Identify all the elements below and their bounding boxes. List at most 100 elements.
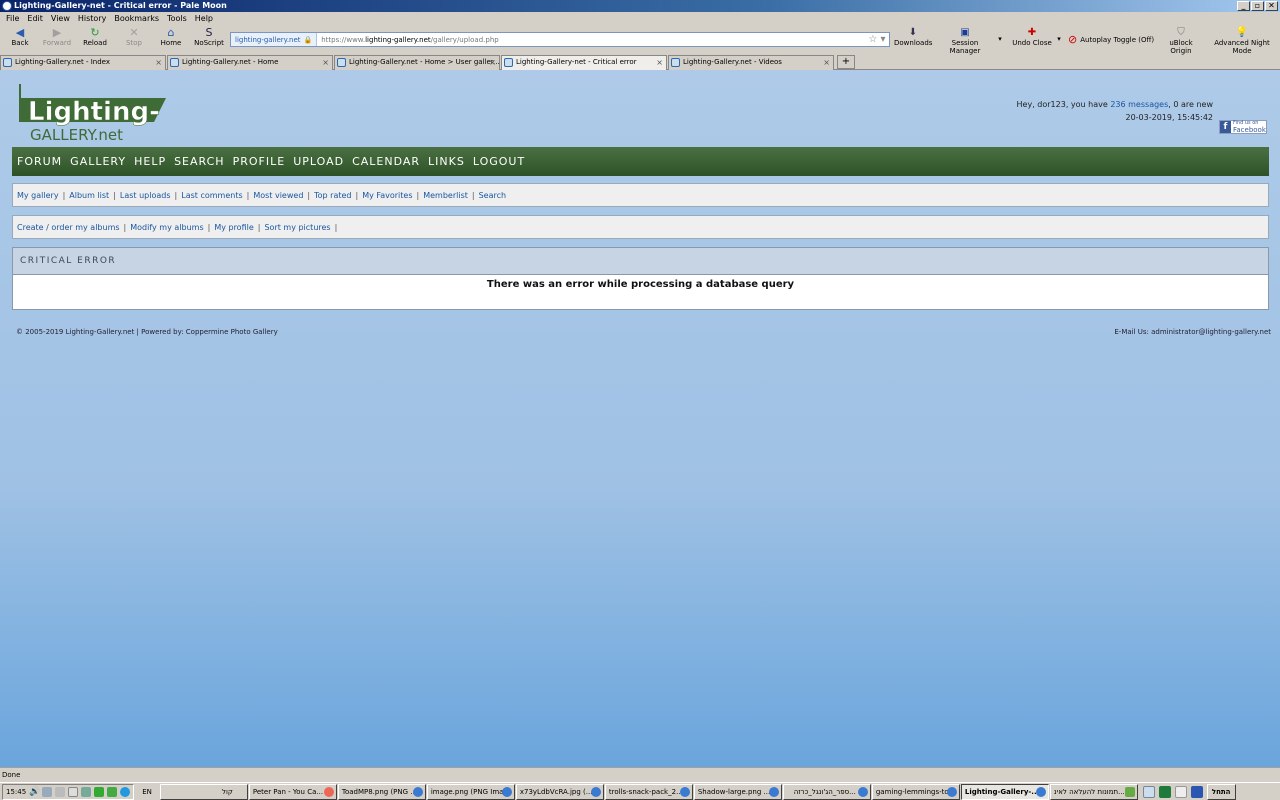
menu-view[interactable]: View xyxy=(47,13,74,25)
taskbar-button[interactable]: image.png (PNG Ima... xyxy=(426,783,515,800)
taskbar-button[interactable]: תמונות להעלאה לאינ... xyxy=(1049,783,1138,800)
stop-button[interactable]: ✕ Stop xyxy=(124,27,144,48)
menu-edit[interactable]: Edit xyxy=(23,13,47,25)
separator: | xyxy=(471,190,475,200)
link-sort-pictures[interactable]: Sort my pictures xyxy=(264,223,330,232)
notepad-icon[interactable] xyxy=(1174,785,1187,798)
tab-videos[interactable]: Lighting-Gallery.net - Videos × xyxy=(668,55,834,70)
document-icon[interactable] xyxy=(1142,785,1155,798)
tab-index[interactable]: Lighting-Gallery.net - Index × xyxy=(0,55,166,70)
url-text[interactable]: https://www.lighting-gallery.net/gallery… xyxy=(317,36,865,44)
tab-close-icon[interactable]: × xyxy=(656,56,663,69)
tab-close-icon[interactable]: × xyxy=(489,56,496,69)
new-tab-button[interactable]: + xyxy=(837,55,855,69)
start-button[interactable]: התחל xyxy=(1206,783,1236,800)
tab-close-icon[interactable]: × xyxy=(823,56,830,69)
browser-icon xyxy=(946,786,957,797)
tab-critical-error[interactable]: Lighting-Gallery-net - Critical error × xyxy=(501,55,667,70)
nav-search[interactable]: SEARCH xyxy=(174,155,225,168)
taskbar-button[interactable]: Shadow-large.png ... xyxy=(693,783,782,800)
menu-help[interactable]: Help xyxy=(191,13,217,25)
tray-app-icon[interactable] xyxy=(107,786,118,797)
nav-gallery[interactable]: GALLERY xyxy=(70,155,126,168)
language-indicator[interactable]: EN xyxy=(134,788,160,796)
nav-calendar[interactable]: CALENDAR xyxy=(352,155,420,168)
taskbar-button[interactable]: x73yLdbVcRA.jpg (... xyxy=(515,783,604,800)
taskbar-button-label: ספר_הג'ונגל_כרזה... xyxy=(793,787,856,796)
link-last-comments[interactable]: Last comments xyxy=(181,191,242,200)
ublock-origin-button[interactable]: ⛉ uBlock Origin xyxy=(1158,27,1204,55)
autoplay-toggle-button[interactable]: ⊘ Autoplay Toggle (Off) xyxy=(1068,33,1156,46)
taskbar-button[interactable]: ToadMP8.png (PNG ... xyxy=(337,783,426,800)
maximize-button[interactable]: ▫ xyxy=(1251,1,1264,11)
nav-forum[interactable]: FORUM xyxy=(17,155,62,168)
link-last-uploads[interactable]: Last uploads xyxy=(120,191,171,200)
tray-app-icon[interactable] xyxy=(94,786,105,797)
nav-help[interactable]: HELP xyxy=(134,155,166,168)
link-search[interactable]: Search xyxy=(479,191,506,200)
undo-close-button[interactable]: ✚ Undo Close xyxy=(1012,27,1052,47)
site-identity-button[interactable]: lighting-gallery.net 🔒 xyxy=(231,33,318,46)
tab-close-icon[interactable]: × xyxy=(155,56,162,69)
session-manager-dropdown[interactable]: ▾ xyxy=(996,35,1004,43)
undo-close-dropdown[interactable]: ▾ xyxy=(1055,35,1063,43)
session-manager-button[interactable]: ▣ Session Manager xyxy=(936,27,994,55)
reload-button[interactable]: ↻ Reload xyxy=(82,27,108,48)
link-create-albums[interactable]: Create / order my albums xyxy=(17,223,120,232)
tab-home[interactable]: Lighting-Gallery.net - Home × xyxy=(167,55,333,70)
menu-file[interactable]: File xyxy=(2,13,23,25)
menu-bookmarks[interactable]: Bookmarks xyxy=(110,13,163,25)
skype-icon[interactable] xyxy=(120,786,131,797)
system-tray: 15:45 🔊 xyxy=(2,783,135,800)
bookmark-star-icon[interactable]: ☆ ▾ xyxy=(865,34,889,45)
nav-logout[interactable]: LOGOUT xyxy=(473,155,525,168)
error-title: CRITICAL ERROR xyxy=(13,248,1268,275)
tab-close-icon[interactable]: × xyxy=(322,56,329,69)
back-button[interactable]: ◀ Back xyxy=(8,27,32,48)
link-memberlist[interactable]: Memberlist xyxy=(423,191,468,200)
clock[interactable]: 15:45 xyxy=(6,788,26,796)
volume-icon[interactable]: 🔊 xyxy=(29,787,40,797)
link-most-viewed[interactable]: Most viewed xyxy=(253,191,303,200)
link-my-gallery[interactable]: My gallery xyxy=(17,191,59,200)
footer-email[interactable]: E-Mail Us: administrator@lighting-galler… xyxy=(1114,328,1271,336)
menu-tools[interactable]: Tools xyxy=(163,13,191,25)
menu-history[interactable]: History xyxy=(74,13,110,25)
tray-app-icon[interactable] xyxy=(42,786,53,797)
ublock-label: uBlock Origin xyxy=(1169,39,1193,55)
taskbar-button[interactable]: trolls-snack-pack_2... xyxy=(604,783,693,800)
taskbar-button[interactable]: קול xyxy=(159,783,248,800)
link-top-rated[interactable]: Top rated xyxy=(314,191,351,200)
taskbar-button-active[interactable]: Lighting-Gallery-... xyxy=(960,783,1049,800)
link-modify-albums[interactable]: Modify my albums xyxy=(130,223,203,232)
link-my-profile[interactable]: My profile xyxy=(214,223,253,232)
tab-bar: Lighting-Gallery.net - Index × Lighting-… xyxy=(0,54,1280,70)
minimize-button[interactable]: _ xyxy=(1237,1,1250,11)
taskbar-button[interactable]: ספר_הג'ונגל_כרזה... xyxy=(782,783,871,800)
noscript-button[interactable]: S NoScript xyxy=(194,27,224,48)
site-favicon-icon xyxy=(337,58,346,67)
autoplay-label: Autoplay Toggle (Off) xyxy=(1080,35,1155,44)
nav-links[interactable]: LINKS xyxy=(428,155,465,168)
downloads-button[interactable]: ⬇ Downloads xyxy=(894,27,932,47)
site-logo[interactable]: Lighting- GALLERY.net xyxy=(16,78,166,142)
taskbar-button[interactable]: Peter Pan - You Ca... xyxy=(248,783,337,800)
tab-user-galleries[interactable]: Lighting-Gallery.net - Home > User galle… xyxy=(334,55,500,70)
nav-upload[interactable]: UPLOAD xyxy=(293,155,344,168)
home-button[interactable]: ⌂ Home xyxy=(160,27,182,48)
forward-button[interactable]: ▶ Forward xyxy=(42,27,72,48)
network-icon[interactable] xyxy=(55,786,66,797)
excel-icon[interactable] xyxy=(1158,785,1171,798)
flag-icon[interactable] xyxy=(68,786,79,797)
word-icon[interactable] xyxy=(1190,785,1203,798)
nav-profile[interactable]: PROFILE xyxy=(233,155,286,168)
advanced-night-mode-button[interactable]: 💡 Advanced Night Mode xyxy=(1206,27,1278,55)
facebook-button[interactable]: f Find us on Facebook xyxy=(1219,120,1267,134)
link-my-favorites[interactable]: My Favorites xyxy=(362,191,412,200)
taskbar-button[interactable]: gaming-lemmings-to... xyxy=(871,783,960,800)
close-button[interactable]: ✕ xyxy=(1265,1,1278,11)
tray-app-icon[interactable] xyxy=(81,786,92,797)
address-bar[interactable]: lighting-gallery.net 🔒 https://www.light… xyxy=(230,32,890,47)
messages-link[interactable]: 236 messages xyxy=(1110,100,1168,109)
link-album-list[interactable]: Album list xyxy=(69,191,109,200)
